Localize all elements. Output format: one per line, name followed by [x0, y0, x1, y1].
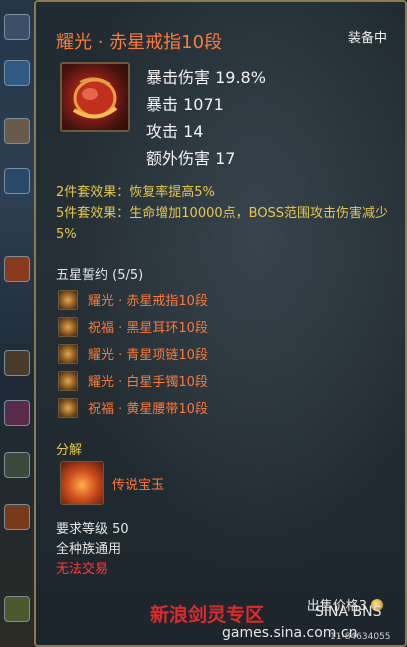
- watermark-brand: SINA BNS: [315, 604, 382, 620]
- list-item: 祝福 · 黑星耳环10段: [58, 313, 208, 340]
- stat-crit-damage: 暴击伤害 19.8%: [146, 68, 266, 87]
- watermark-id: 11-84634055: [330, 632, 391, 642]
- skill-slot-icon[interactable]: [4, 350, 30, 376]
- skill-slot-icon[interactable]: [4, 504, 30, 530]
- stat-extra-damage: 额外伤害 17: [146, 149, 236, 168]
- list-item: 耀光 · 青星项链10段: [58, 340, 208, 367]
- set-effect-5pc: 5件套效果：生命增加10000点，BOSS范围攻击伤害减少5%: [56, 206, 389, 242]
- oath-item-label: 祝福 · 黄星腰带10段: [88, 402, 208, 417]
- list-item: 耀光 · 赤星戒指10段: [58, 286, 208, 313]
- decompose-result-label: 传说宝玉: [112, 477, 165, 493]
- watermark-site: 新浪剑灵专区: [150, 604, 265, 626]
- requirements: 要求等级 50 全种族通用 无法交易: [56, 520, 129, 580]
- stat-crit: 暴击 1071: [146, 95, 224, 114]
- oath-set-list: 耀光 · 赤星戒指10段 祝福 · 黑星耳环10段 耀光 · 青星项链10段 耀…: [58, 286, 208, 421]
- item-name: 耀光 · 赤星戒指10段: [56, 32, 223, 53]
- oath-item-label: 耀光 · 赤星戒指10段: [88, 294, 208, 309]
- skill-slot-icon[interactable]: [4, 452, 30, 478]
- list-item: 耀光 · 白星手镯10段: [58, 367, 208, 394]
- decompose-title: 分解: [56, 443, 83, 458]
- necklace-icon: [58, 343, 78, 364]
- character-icon[interactable]: [4, 60, 30, 86]
- oath-set-title: 五星誓约 (5/5): [56, 268, 144, 283]
- oath-item-label: 耀光 · 白星手镯10段: [88, 375, 208, 390]
- skill-slot-icon[interactable]: [4, 596, 30, 622]
- red-star-ring-icon: [60, 62, 130, 132]
- skill-slot-icon[interactable]: [4, 118, 30, 144]
- item-tooltip: 耀光 · 赤星戒指10段 装备中 暴击伤害 19.8% 暴击 1071 攻击 1…: [34, 0, 407, 647]
- equipped-status: 装备中: [347, 31, 387, 46]
- bracelet-icon: [58, 370, 78, 391]
- list-item: 祝福 · 黄星腰带10段: [58, 394, 208, 421]
- item-stats: 暴击伤害 19.8% 暴击 1071 攻击 14 额外伤害 17: [146, 64, 266, 172]
- oath-item-label: 耀光 · 青星项链10段: [88, 348, 208, 363]
- skill-slot-icon[interactable]: [4, 14, 30, 40]
- belt-icon: [58, 397, 78, 418]
- skill-slot-icon[interactable]: [4, 168, 30, 194]
- game-ui-background: [0, 0, 34, 647]
- set-effects: 2件套效果：恢复率提高5% 5件套效果：生命增加10000点，BOSS范围攻击伤…: [56, 182, 396, 245]
- legendary-jade-icon: [60, 461, 104, 505]
- required-level: 要求等级 50: [56, 522, 129, 537]
- decompose-result: 传说宝玉: [60, 461, 164, 505]
- set-effect-2pc: 2件套效果：恢复率提高5%: [56, 185, 215, 200]
- skill-slot-icon[interactable]: [4, 256, 30, 282]
- trade-restriction: 无法交易: [56, 562, 109, 577]
- skill-slot-icon[interactable]: [4, 400, 30, 426]
- ring-icon: [58, 289, 78, 310]
- race-restriction: 全种族通用: [56, 542, 122, 557]
- stat-attack: 攻击 14: [146, 122, 204, 141]
- oath-item-label: 祝福 · 黑星耳环10段: [88, 321, 208, 336]
- earring-icon: [58, 316, 78, 337]
